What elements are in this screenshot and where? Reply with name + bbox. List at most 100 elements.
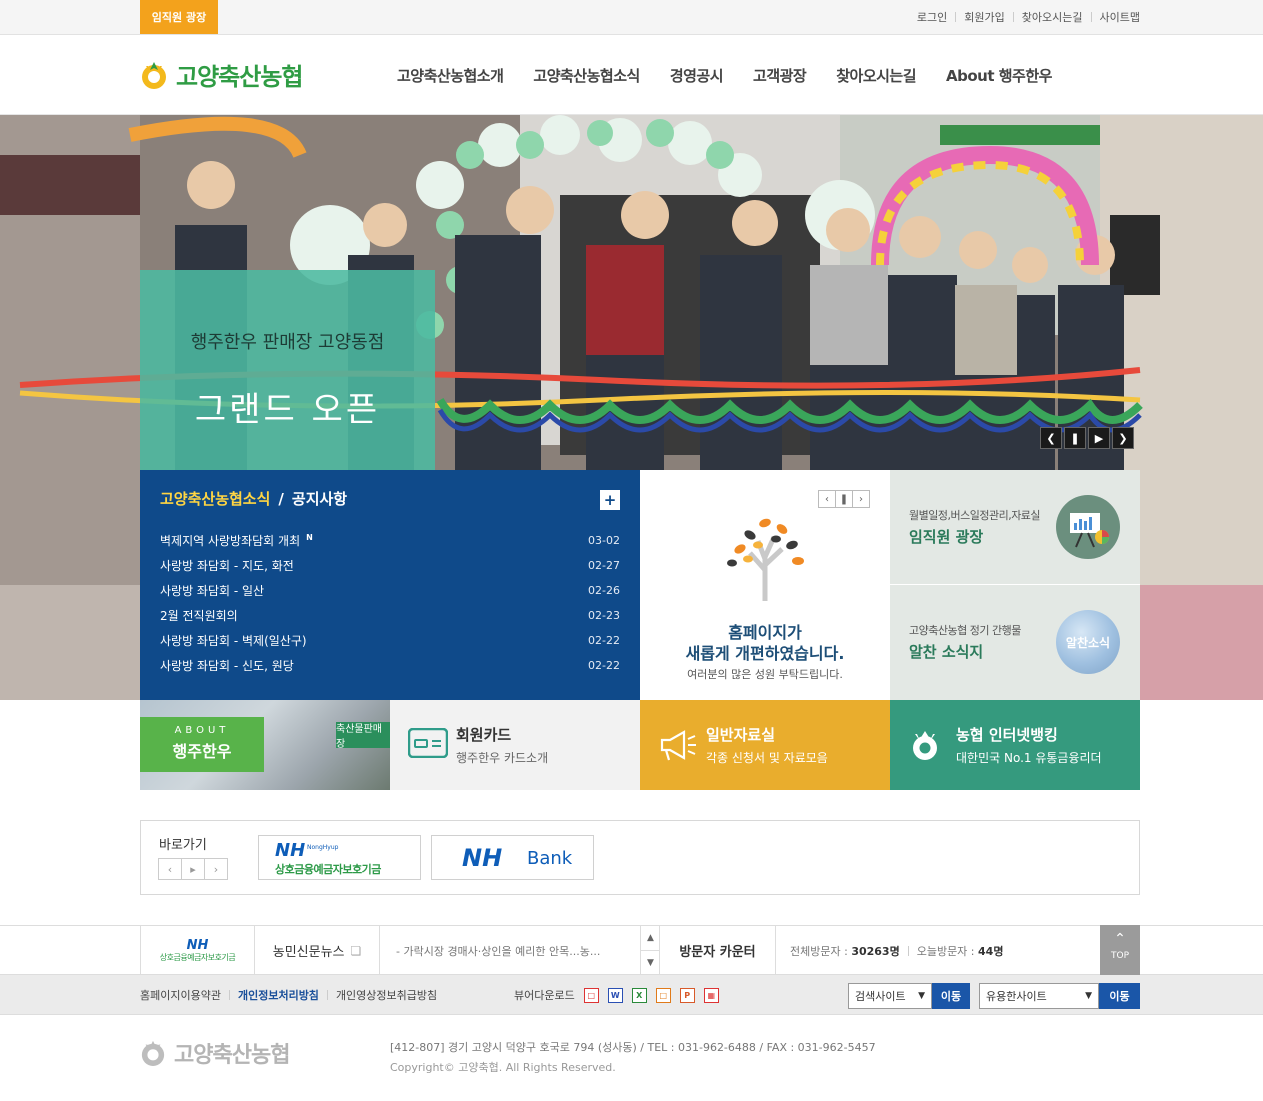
terms-link[interactable]: 홈페이지이용약관 bbox=[140, 987, 221, 1003]
top-utility-bar: 임직원 광장 로그인 회원가입 찾아오시는길 사이트맵 bbox=[0, 0, 1263, 35]
visitor-counts: 전체방문자 : 30263명 오늘방문자 : 44명 bbox=[790, 926, 1003, 975]
nav-about[interactable]: 고양축산농협소개 bbox=[397, 65, 504, 86]
notice-title[interactable]: 사랑방 좌담회 - 지도, 화전 bbox=[160, 557, 294, 574]
store-sign: 축산물판매장 bbox=[336, 722, 390, 750]
excel-icon[interactable]: X bbox=[631, 987, 647, 1003]
site-logo[interactable]: 고양축산농협 bbox=[140, 57, 303, 92]
nh-bank-link[interactable]: NH Bank bbox=[431, 835, 594, 880]
list-item[interactable]: 사랑방 좌담회 - 신도, 원당 02-22 bbox=[160, 653, 620, 678]
bank-text: Bank bbox=[527, 848, 573, 869]
search-site-select[interactable]: 검색사이트 ▼ bbox=[848, 983, 932, 1009]
list-item[interactable]: 사랑방 좌담회 - 지도, 화전 02-27 bbox=[160, 553, 620, 578]
internet-banking-banner[interactable]: 농협 인터넷뱅킹 대한민국 No.1 유통금융리더 bbox=[890, 700, 1140, 790]
join-link[interactable]: 회원가입 bbox=[964, 9, 1004, 25]
nh-logo-icon bbox=[141, 1040, 165, 1066]
renewal-popup-banner[interactable]: ‹ ❚ › 홈페이지가 새롭게 개편하였습니다. 여러분의 많은 성원 부탁드립… bbox=[640, 470, 890, 700]
search-site-go-button[interactable]: 이동 bbox=[932, 983, 970, 1009]
staff-plaza-title: 임직원 광장 bbox=[909, 528, 984, 546]
notice-date: 02-26 bbox=[588, 584, 620, 597]
notice-title[interactable]: 사랑방 좌담회 - 신도, 원당 bbox=[160, 657, 294, 674]
viewer-download-label: 뷰어다운로드 bbox=[514, 989, 575, 1002]
deposit-protection-text: 상호금융예금자보호기금 bbox=[275, 863, 381, 876]
hero-play-button[interactable]: ▶ bbox=[1088, 427, 1110, 449]
quick-banner-row: ABOUT 행주한우 축산물판매장 회원카드 행주한우 카드소개 일반자료실 각… bbox=[140, 700, 1140, 790]
notice-more-button[interactable]: + bbox=[600, 490, 620, 510]
about-hanwoo-banner[interactable]: ABOUT 행주한우 축산물판매장 bbox=[140, 700, 390, 790]
farmers-news-label[interactable]: 농민신문뉴스 ❏ bbox=[255, 926, 380, 975]
notice-tabs: 고양축산농협소식 / 공지사항 bbox=[160, 490, 348, 508]
tab-notices[interactable]: 공지사항 bbox=[292, 490, 347, 508]
deposit-protection-text: 상호금융예금자보호기금 bbox=[159, 952, 236, 962]
footer-links-strip: 홈페이지이용약관 개인정보처리방침 개인영상정보취급방침 뷰어다운로드 □ W … bbox=[0, 975, 1263, 1015]
shortcut-next-button[interactable]: › bbox=[204, 858, 228, 880]
dropdown-arrow-icon: ▼ bbox=[1085, 991, 1092, 1001]
notice-title[interactable]: 2월 전직원회의 bbox=[160, 607, 238, 624]
member-card-subtitle: 행주한우 카드소개 bbox=[456, 751, 549, 765]
data-room-title: 일반자료실 bbox=[706, 726, 776, 744]
site-footer: 고양축산농협 [412-807] 경기 고양시 덕양구 호국로 794 (성사동… bbox=[0, 1015, 1263, 1101]
shortcut-prev-button[interactable]: ‹ bbox=[158, 858, 182, 880]
popup-prev-button[interactable]: ‹ bbox=[818, 490, 836, 508]
word-icon[interactable]: W bbox=[607, 987, 623, 1003]
list-item[interactable]: 2월 전직원회의 02-23 bbox=[160, 603, 620, 628]
hero-prev-button[interactable]: ❮ bbox=[1040, 427, 1062, 449]
privacy-policy-link[interactable]: 개인정보처리방침 bbox=[238, 987, 319, 1003]
member-card-banner[interactable]: 회원카드 행주한우 카드소개 bbox=[390, 700, 640, 790]
hero-caption-title: 그랜드 오픈 bbox=[194, 390, 381, 430]
ppt-icon[interactable]: P bbox=[679, 987, 695, 1003]
hero-pause-button[interactable]: ❚ bbox=[1064, 427, 1086, 449]
play-icon: ▶ bbox=[1094, 431, 1104, 445]
today-visitors-label: 오늘방문자 : bbox=[916, 944, 975, 958]
internet-banking-title: 농협 인터넷뱅킹 bbox=[956, 726, 1058, 744]
nh-symbol-icon bbox=[913, 731, 937, 760]
data-room-banner[interactable]: 일반자료실 각종 신청서 및 자료모음 bbox=[640, 700, 890, 790]
scroll-top-button[interactable]: ⌃ TOP bbox=[1100, 925, 1140, 975]
popup-next-button[interactable]: › bbox=[852, 490, 870, 508]
renewal-heading: 홈페이지가 새롭게 개편하였습니다. bbox=[640, 622, 890, 664]
nav-news[interactable]: 고양축산농협소식 bbox=[533, 65, 640, 86]
useful-site-select[interactable]: 유용한사이트 ▼ bbox=[979, 983, 1099, 1009]
notice-title[interactable]: 사랑방 좌담회 - 일산 bbox=[160, 582, 264, 599]
copy-icon: ❏ bbox=[350, 943, 362, 958]
list-item[interactable]: 사랑방 좌담회 - 벽제(일산구) 02-22 bbox=[160, 628, 620, 653]
directions-link[interactable]: 찾아오시는길 bbox=[1022, 9, 1083, 25]
sitemap-link[interactable]: 사이트맵 bbox=[1100, 9, 1140, 25]
useful-site-go-button[interactable]: 이동 bbox=[1099, 983, 1140, 1009]
list-item[interactable]: 사랑방 좌담회 - 일산 02-26 bbox=[160, 578, 620, 603]
ticker-down-button[interactable]: ▼ bbox=[641, 950, 660, 974]
hero-next-button[interactable]: ❯ bbox=[1112, 427, 1134, 449]
news-ticker[interactable]: - 가락시장 경매사·상인을 예리한 안목...농... bbox=[380, 926, 660, 975]
notice-board: 고양축산농협소식 / 공지사항 + 벽제지역 사랑방좌담회 개최 N 03-02 사랑… bbox=[140, 470, 640, 700]
site-header: 고양축산농협 고양축산농협소개 고양축산농협소식 경영공시 고객광장 찾아오시는… bbox=[0, 35, 1263, 115]
tab-news[interactable]: 고양축산농협소식 bbox=[160, 490, 270, 508]
notice-date: 02-22 bbox=[588, 659, 620, 672]
hwp-icon[interactable]: □ bbox=[655, 987, 671, 1003]
pdf-icon[interactable]: □ bbox=[583, 987, 599, 1003]
login-link[interactable]: 로그인 bbox=[917, 9, 947, 25]
footer-logo-text: 고양축산농협 bbox=[174, 1043, 290, 1068]
ticker-up-button[interactable]: ▲ bbox=[641, 926, 660, 950]
news-ticker-text[interactable]: - 가락시장 경매사·상인을 예리한 안목...농... bbox=[396, 943, 600, 959]
shortcut-play-button[interactable]: ▸ bbox=[181, 858, 205, 880]
renewal-heading-line1: 홈페이지가 bbox=[728, 623, 802, 642]
nav-directions[interactable]: 찾아오시는길 bbox=[836, 65, 916, 86]
policy-links: 홈페이지이용약관 개인정보처리방침 개인영상정보취급방침 bbox=[140, 975, 443, 1015]
staff-plaza-subtitle: 월별일정,버스일정관리,자료실 bbox=[909, 509, 1041, 522]
hero-caption-box: 행주한우 판매장 고양동점 그랜드 오픈 bbox=[140, 270, 435, 470]
notice-title[interactable]: 사랑방 좌담회 - 벽제(일산구) bbox=[160, 632, 307, 649]
newsletter-banner[interactable]: 고양축산농협 정기 간행물 알찬 소식지 알찬소식 bbox=[890, 585, 1140, 700]
staff-plaza-banner[interactable]: 월별일정,버스일정관리,자료실 임직원 광장 bbox=[890, 470, 1140, 585]
notice-title[interactable]: 벽제지역 사랑방좌담회 개최 bbox=[160, 534, 300, 548]
nav-disclosure[interactable]: 경영공시 bbox=[670, 65, 724, 86]
popup-pause-button[interactable]: ❚ bbox=[835, 490, 853, 508]
list-item[interactable]: 벽제지역 사랑방좌담회 개최 N 03-02 bbox=[160, 528, 620, 553]
nav-customer[interactable]: 고객광장 bbox=[753, 65, 807, 86]
video-privacy-link[interactable]: 개인영상정보취급방침 bbox=[336, 987, 437, 1003]
about-en-label: ABOUT bbox=[174, 725, 230, 736]
staff-plaza-tab[interactable]: 임직원 광장 bbox=[140, 0, 218, 34]
useful-site-value: 유용한사이트 bbox=[986, 990, 1047, 1003]
nav-about-hanwoo[interactable]: About 행주한우 bbox=[946, 65, 1052, 86]
deposit-protection-logo[interactable]: NH 상호금융예금자보호기금 bbox=[140, 926, 255, 975]
image-icon[interactable]: ▦ bbox=[703, 987, 719, 1003]
deposit-protection-fund-link[interactable]: NH NongHyup 상호금융예금자보호기금 bbox=[258, 835, 421, 880]
